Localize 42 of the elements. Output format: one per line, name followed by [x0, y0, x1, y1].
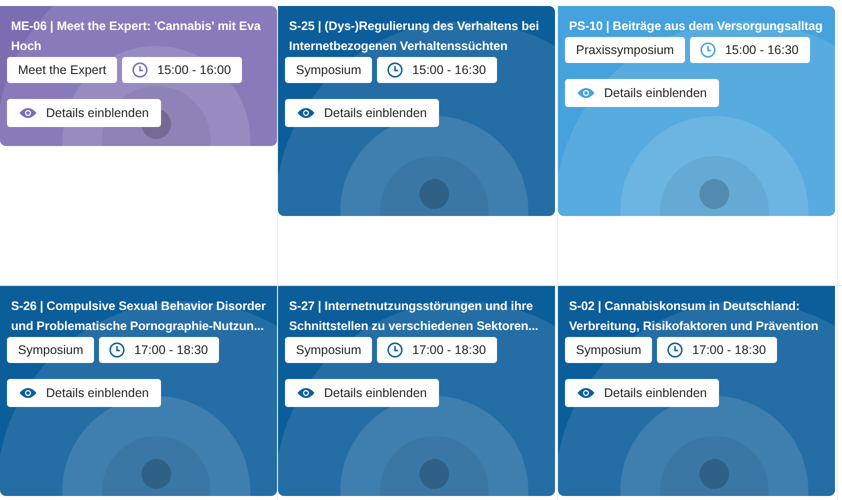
session-type-tag: Symposium [285, 57, 372, 83]
session-title: S-25 | (Dys-)Regulierung des Verhaltens bei Internetbezogenen Verhaltenssüchten [289, 18, 540, 55]
time-text: 15:00 - 16:30 [412, 63, 486, 77]
session-card[interactable]: S-26 | Compulsive Sexual Behavior Disorder und Problematische Pornographie-Nutzun... Symposium 17:00 - 18:30 Details einblenden [0, 286, 277, 496]
clock-icon [109, 342, 126, 358]
details-button[interactable]: Details einblenden [7, 379, 161, 407]
session-card[interactable]: S-02 | Cannabiskonsum in Deutschland: Verbreitung, Risikofaktoren und Prävention Symposium 17:00 - 18:30 Details einblenden [558, 286, 835, 496]
time-text: 17:00 - 18:30 [134, 343, 208, 357]
time-text: 15:00 - 16:00 [157, 63, 231, 77]
clock-icon [132, 62, 148, 78]
session-title: S-26 | Compulsive Sexual Behavior Disorder und Problematische Pornographie-Nutzun... [11, 298, 267, 335]
session-type-tag: Symposium [565, 337, 652, 363]
session-card[interactable]: S-25 | (Dys-)Regulierung des Verhaltens bei Internetbezogenen Verhaltenssüchten Symposium 15:00 - 16:30 Details einblenden [278, 6, 555, 216]
clock-icon [667, 342, 684, 358]
session-title: PS-10 | Beiträge aus dem Versorgungsalltag [569, 18, 824, 35]
session-type-tag: Symposium [285, 337, 372, 363]
time-text: 15:00 - 16:30 [724, 43, 799, 57]
eye-icon [577, 87, 595, 99]
eye-icon [297, 387, 315, 399]
clock-icon [387, 342, 404, 358]
eye-icon [19, 387, 37, 399]
session-title: S-27 | Internetnutzungsstörungen und ihre Schnittstellen zu verschiedenen Sektoren... [289, 298, 540, 335]
time-text: 17:00 - 18:30 [692, 343, 766, 357]
clock-icon [700, 42, 716, 58]
session-card[interactable]: S-27 | Internetnutzungsstörungen und ihre Schnittstellen zu verschiedenen Sektoren... Symposium 17:00 - 18:30 Details einblenden [278, 286, 555, 496]
session-title: S-02 | Cannabiskonsum in Deutschland: Verbreitung, Risikofaktoren und Prävention [569, 298, 820, 335]
session-type-tag: Praxissymposium [565, 37, 685, 63]
eye-icon [19, 107, 37, 119]
time-text: 17:00 - 18:30 [412, 343, 486, 357]
eye-icon [577, 387, 595, 399]
eye-icon [297, 107, 315, 119]
session-card[interactable]: ME-06 | Meet the Expert: 'Cannabis' mit Eva Hoch Meet the Expert 15:00 - 16:00 Details einblenden [0, 6, 277, 146]
session-type-tag: Meet the Expert [7, 57, 118, 83]
details-button[interactable]: Details einblenden [285, 99, 439, 127]
details-button[interactable]: Details einblenden [285, 379, 439, 407]
details-button[interactable]: Details einblenden [565, 79, 719, 107]
session-title: ME-06 | Meet the Expert: 'Cannabis' mit Eva Hoch [11, 18, 262, 55]
session-card[interactable]: PS-10 | Beiträge aus dem Versorgungsalltag Praxissymposium 15:00 - 16:30 Details einblenden [558, 6, 835, 216]
clock-icon [387, 62, 404, 78]
session-type-tag: Symposium [7, 337, 94, 363]
details-button[interactable]: Details einblenden [7, 99, 161, 127]
details-button[interactable]: Details einblenden [565, 379, 719, 407]
